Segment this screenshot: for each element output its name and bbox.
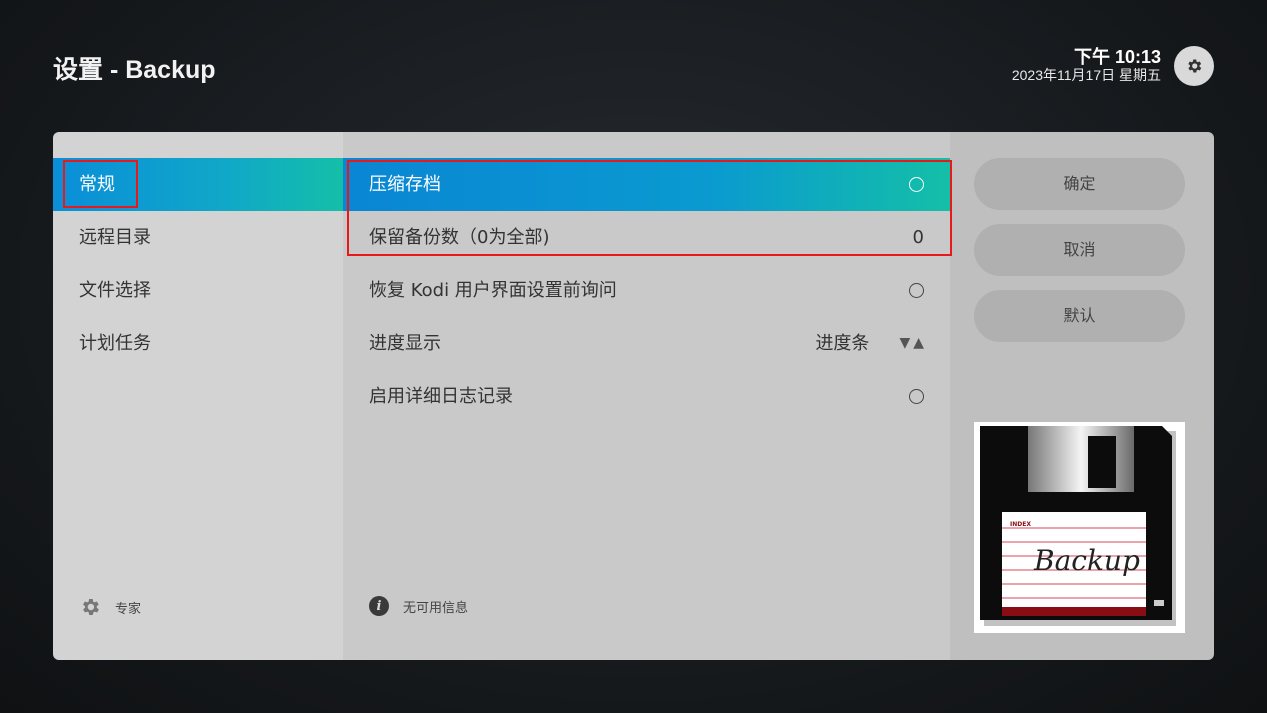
setting-label: 恢复 Kodi 用户界面设置前询问 bbox=[369, 280, 617, 301]
category-list: 常规 远程目录 文件选择 计划任务 专家 bbox=[53, 132, 343, 660]
info-icon: i bbox=[369, 596, 389, 616]
settings-level-label: 专家 bbox=[115, 601, 142, 617]
up-arrow-icon[interactable]: ▲ bbox=[913, 317, 924, 370]
backup-handwriting: Backup bbox=[1033, 544, 1140, 577]
setting-value: 进度条 bbox=[815, 333, 870, 354]
settings-button[interactable] bbox=[1174, 46, 1214, 86]
cancel-button[interactable]: 取消 bbox=[974, 224, 1185, 276]
window-title: 设置 - Backup bbox=[53, 56, 216, 84]
category-file-selection[interactable]: 文件选择 bbox=[53, 264, 343, 317]
radio-toggle[interactable] bbox=[909, 283, 924, 298]
ok-button[interactable]: 确定 bbox=[974, 158, 1185, 210]
radio-toggle[interactable] bbox=[909, 389, 924, 404]
setting-label: 进度显示 bbox=[369, 333, 441, 354]
highlight-box-category bbox=[63, 160, 138, 208]
category-scheduled-tasks[interactable]: 计划任务 bbox=[53, 317, 343, 370]
gear-icon bbox=[83, 599, 99, 615]
highlight-box-settings bbox=[347, 160, 952, 256]
gear-icon bbox=[1188, 59, 1202, 73]
spinner-arrows[interactable]: ▼ ▲ bbox=[899, 317, 924, 370]
clock-time: 下午 10:13 bbox=[1073, 47, 1161, 67]
setting-label: 启用详细日志记录 bbox=[369, 386, 513, 407]
category-remote-directory[interactable]: 远程目录 bbox=[53, 211, 343, 264]
addon-thumbnail: INDEX Backup bbox=[974, 422, 1185, 633]
settings-level-button[interactable]: 专家 bbox=[79, 596, 141, 618]
clock: 下午 10:13 2023年11月17日 星期五 bbox=[1012, 47, 1161, 83]
info-text: 无可用信息 bbox=[403, 600, 469, 616]
setting-verbose-logging[interactable]: 启用详细日志记录 bbox=[343, 370, 950, 423]
floppy-disk-icon: INDEX Backup bbox=[980, 426, 1176, 626]
action-column: 确定 取消 默认 INDEX Backup bbox=[950, 132, 1214, 660]
clock-date: 2023年11月17日 星期五 bbox=[1011, 67, 1161, 83]
setting-progress-display[interactable]: 进度显示 进度条 ▼ ▲ bbox=[343, 317, 950, 370]
info-line: i 无可用信息 bbox=[369, 596, 468, 616]
default-button[interactable]: 默认 bbox=[974, 290, 1185, 342]
index-label: INDEX bbox=[1010, 521, 1031, 528]
setting-ask-before-restore[interactable]: 恢复 Kodi 用户界面设置前询问 bbox=[343, 264, 950, 317]
down-arrow-icon[interactable]: ▼ bbox=[899, 317, 910, 370]
